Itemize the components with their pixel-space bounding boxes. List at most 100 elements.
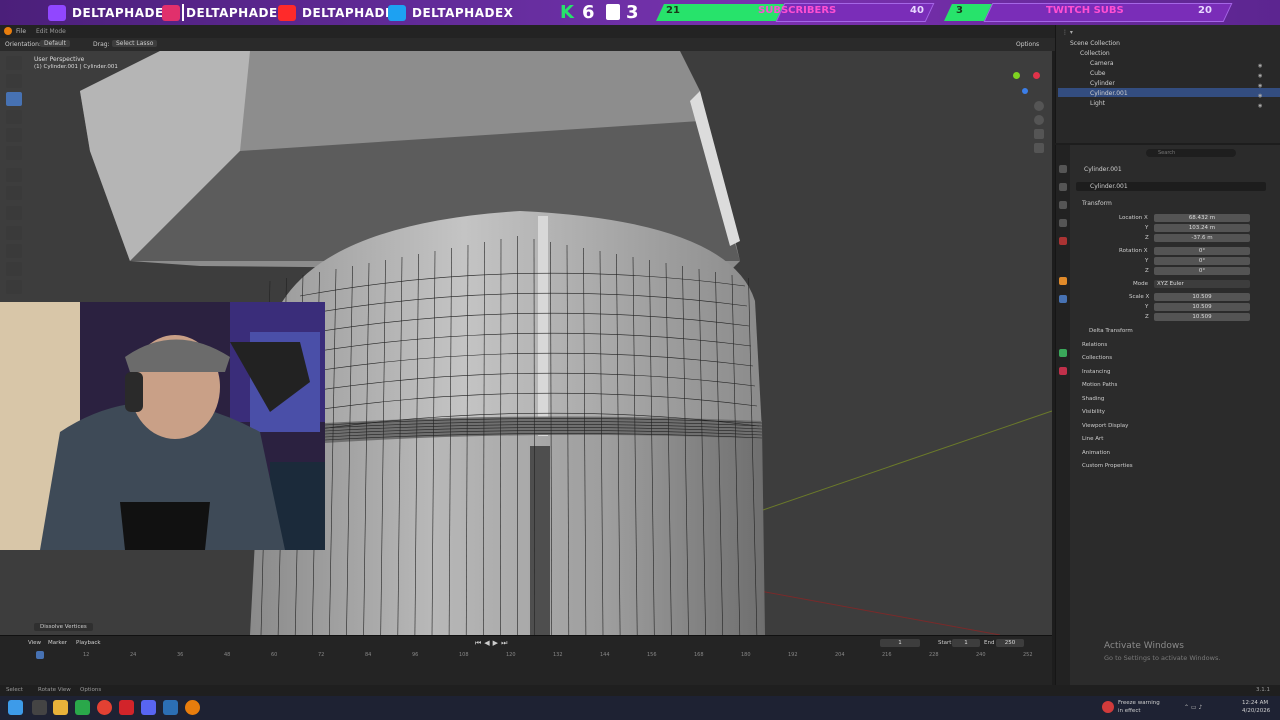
timeline-ruler[interactable]: 0122436486072849610812013214415616818019… <box>0 652 1052 662</box>
current-frame-field[interactable]: 1 <box>880 639 920 647</box>
section-shading[interactable]: Shading <box>1082 396 1104 402</box>
section-animation[interactable]: Animation <box>1082 450 1110 456</box>
annotate-tool-icon[interactable] <box>6 168 22 182</box>
clock-date[interactable]: 4/20/2026 <box>1242 708 1270 714</box>
section-delta-transform[interactable]: Delta Transform <box>1089 328 1133 334</box>
section-collections[interactable]: Collections <box>1082 355 1112 361</box>
select-box-tool-icon[interactable] <box>6 56 22 70</box>
app-red-icon[interactable] <box>119 700 134 715</box>
timeline-tick-label: 180 <box>741 652 751 658</box>
tray-icons[interactable]: ⌃ ▭ ♪ <box>1184 704 1202 711</box>
task-view-icon[interactable] <box>32 700 47 715</box>
section-custom-properties[interactable]: Custom Properties <box>1082 463 1133 469</box>
timeline-marker-menu[interactable]: Marker <box>48 640 67 646</box>
scale-x-field[interactable]: 10.509 <box>1154 293 1250 301</box>
activate-windows-subtitle: Go to Settings to activate Windows. <box>1104 654 1221 662</box>
weather-warning-icon[interactable] <box>1102 701 1114 713</box>
scale-z-field[interactable]: 10.509 <box>1154 313 1250 321</box>
outliner-item-cylinder-001[interactable]: Cylinder.001 <box>1090 90 1128 97</box>
gizmo-z-icon[interactable] <box>1022 88 1028 94</box>
scene-tab-icon[interactable] <box>1059 219 1067 227</box>
section-motion-paths[interactable]: Motion Paths <box>1082 382 1117 388</box>
tool-shelf <box>6 56 24 306</box>
gizmo-x-icon[interactable] <box>1033 72 1040 79</box>
outliner-item-camera[interactable]: Camera <box>1090 60 1114 67</box>
rotate-tool-icon[interactable] <box>6 110 22 124</box>
orientation-dropdown[interactable]: Default <box>40 40 70 47</box>
last-operator-panel[interactable]: Dissolve Vertices <box>34 623 93 631</box>
scale-tool-icon[interactable] <box>6 128 22 142</box>
section-relations[interactable]: Relations <box>1082 342 1107 348</box>
render-tab-icon[interactable] <box>1059 183 1067 191</box>
outliner-item-light[interactable]: Light <box>1090 100 1105 107</box>
section-visibility[interactable]: Visibility <box>1082 409 1105 415</box>
rotation-y-field[interactable]: 0° <box>1154 257 1250 265</box>
timeline-view-menu[interactable]: View <box>28 640 41 646</box>
chrome-icon[interactable] <box>97 700 112 715</box>
location-x-field[interactable]: 68.432 m <box>1154 214 1250 222</box>
section-line-art[interactable]: Line Art <box>1082 436 1103 442</box>
object-tab-icon[interactable] <box>1059 277 1067 285</box>
rotation-mode-dropdown[interactable]: XYZ Euler <box>1154 280 1250 288</box>
world-tab-icon[interactable] <box>1059 237 1067 245</box>
section-viewport-display[interactable]: Viewport Display <box>1082 423 1128 429</box>
twitch-handle: DELTAPHADE <box>48 3 164 22</box>
transform-tool-icon[interactable] <box>6 146 22 160</box>
end-frame-field[interactable]: 250 <box>996 639 1024 647</box>
modifier-tab-icon[interactable] <box>1059 295 1067 303</box>
material-tab-icon[interactable] <box>1059 367 1067 375</box>
properties-search[interactable]: Search <box>1146 149 1236 157</box>
location-z-label: Z <box>1145 235 1149 241</box>
playhead[interactable] <box>36 651 44 659</box>
move-tool-icon[interactable] <box>6 92 22 106</box>
bevel-tool-icon[interactable] <box>6 262 22 276</box>
weather-notice-sub[interactable]: in effect <box>1118 708 1141 714</box>
extrude-tool-icon[interactable] <box>6 226 22 240</box>
zoom-icon[interactable] <box>1034 101 1044 111</box>
camera-view-icon[interactable] <box>1034 129 1044 139</box>
mesh-data-tab-icon[interactable] <box>1059 349 1067 357</box>
discord-icon[interactable] <box>141 700 156 715</box>
blender-taskbar-icon[interactable] <box>185 700 200 715</box>
timeline-tick-label: 24 <box>130 652 137 658</box>
scale-y-field[interactable]: 10.509 <box>1154 303 1250 311</box>
app-green-icon[interactable] <box>75 700 90 715</box>
menu-file[interactable]: File <box>16 28 26 35</box>
ortho-grid-icon[interactable] <box>1034 143 1044 153</box>
twitch-subs-current: 3 <box>956 5 963 16</box>
object-name-field[interactable]: Cylinder.001 <box>1090 183 1128 190</box>
drag-dropdown[interactable]: Select Lasso <box>112 40 158 47</box>
loop-cut-tool-icon[interactable] <box>6 280 22 294</box>
clock-time[interactable]: 12:24 AM <box>1242 700 1268 706</box>
inset-tool-icon[interactable] <box>6 244 22 258</box>
output-tab-icon[interactable] <box>1059 201 1067 209</box>
rotation-x-field[interactable]: 0° <box>1154 247 1250 255</box>
mode-tab[interactable]: Edit Mode <box>36 28 66 35</box>
cursor-tool-icon[interactable] <box>6 74 22 88</box>
location-z-field[interactable]: -37.6 m <box>1154 234 1250 242</box>
options-button[interactable]: Options <box>1016 41 1039 48</box>
windows-start-icon[interactable] <box>8 700 23 715</box>
navigation-gizmo[interactable] <box>1010 66 1042 98</box>
collection-item[interactable]: Collection <box>1080 50 1110 57</box>
pan-hand-icon[interactable] <box>1034 115 1044 125</box>
add-cube-tool-icon[interactable] <box>6 206 22 220</box>
start-frame-field[interactable]: 1 <box>952 639 980 647</box>
rotation-z-field[interactable]: 0° <box>1154 267 1250 275</box>
weather-notice-title[interactable]: Freeze warning <box>1118 700 1160 706</box>
timeline-playback-menu[interactable]: Playback <box>76 640 101 646</box>
transform-panel-header[interactable]: Transform <box>1082 200 1112 207</box>
file-explorer-icon[interactable] <box>53 700 68 715</box>
tool-tab-icon[interactable] <box>1059 165 1067 173</box>
outliner-item-cylinder[interactable]: Cylinder <box>1090 80 1115 87</box>
app-blue-icon[interactable] <box>163 700 178 715</box>
outliner-item-cube[interactable]: Cube <box>1090 70 1106 77</box>
section-instancing[interactable]: Instancing <box>1082 369 1111 375</box>
measure-tool-icon[interactable] <box>6 186 22 200</box>
location-y-field[interactable]: 103.24 m <box>1154 224 1250 232</box>
playback-controls[interactable]: ⏮◀▶⏭ <box>475 639 585 648</box>
visibility-eye-icon[interactable]: ◉ ◉ ◉ ◉ ◉ <box>1258 61 1264 109</box>
twitter-handle: DELTAPHADEX <box>388 3 513 22</box>
gizmo-y-icon[interactable] <box>1013 72 1020 79</box>
scene-collection[interactable]: Scene Collection <box>1070 40 1120 47</box>
